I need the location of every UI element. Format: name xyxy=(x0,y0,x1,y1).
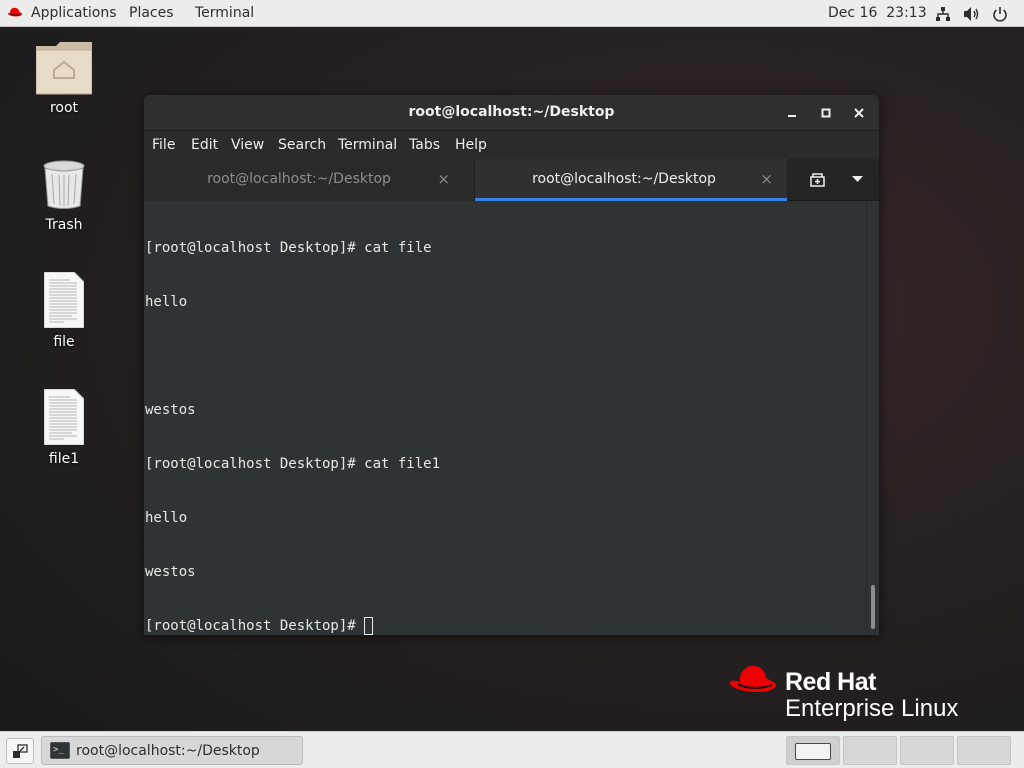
terminal-line: westos xyxy=(145,402,196,418)
scrollbar[interactable] xyxy=(866,202,879,635)
desktop-icon-label: file xyxy=(53,334,75,350)
tab-label: root@localhost:~/Desktop xyxy=(532,171,716,187)
terminal-line: hello xyxy=(145,510,188,526)
clock[interactable]: Dec 16 23:13 xyxy=(828,5,927,21)
tab-label: root@localhost:~/Desktop xyxy=(207,171,391,187)
home-folder-icon xyxy=(36,42,92,95)
terminal-prompt: [root@localhost Desktop]# xyxy=(145,618,365,634)
terminal-icon: >_ xyxy=(50,742,70,759)
new-tab-icon xyxy=(810,173,825,187)
terminal-output[interactable]: [root@localhost Desktop]# cat file hello… xyxy=(144,202,866,635)
terminal-window: root@localhost:~/Desktop File Edit View … xyxy=(144,95,879,635)
scrollbar-thumb[interactable] xyxy=(871,585,875,629)
menu-search[interactable]: Search xyxy=(278,137,326,153)
menubar: File Edit View Search Terminal Tabs Help xyxy=(144,131,879,159)
brand-line-1: Red Hat xyxy=(785,668,876,696)
desktop-icon-root[interactable]: root xyxy=(24,40,104,120)
text-file-icon xyxy=(44,389,84,445)
redhat-logo-icon xyxy=(730,665,776,692)
minimize-icon[interactable] xyxy=(781,102,803,124)
menu-edit[interactable]: Edit xyxy=(191,137,218,153)
network-icon[interactable] xyxy=(935,6,951,22)
tab-1[interactable]: root@localhost:~/Desktop × xyxy=(144,159,475,201)
workspace-3[interactable] xyxy=(900,736,954,765)
terminal-line: [root@localhost Desktop]# cat file xyxy=(145,240,432,256)
places-menu[interactable]: Places xyxy=(129,5,174,21)
desktop-icon-trash[interactable]: Trash xyxy=(24,160,104,240)
volume-icon[interactable] xyxy=(963,6,981,22)
tab-list-button[interactable] xyxy=(834,159,879,201)
terminal-app-menu[interactable]: Terminal xyxy=(195,5,254,21)
terminal-line: westos xyxy=(145,564,196,580)
desktop-icon-label: Trash xyxy=(45,217,83,233)
terminal-prompt-line: [root@localhost Desktop]# xyxy=(145,617,866,635)
show-desktop-button[interactable] xyxy=(6,738,34,764)
workspace-1[interactable] xyxy=(786,736,840,765)
text-cursor xyxy=(364,617,374,635)
maximize-icon[interactable] xyxy=(815,102,837,124)
top-panel: Applications Places Terminal Dec 16 23:1… xyxy=(0,0,1024,27)
menu-tabs[interactable]: Tabs xyxy=(409,137,440,153)
menu-file[interactable]: File xyxy=(152,137,175,153)
tab-close-icon[interactable]: × xyxy=(760,170,773,188)
workspace-4[interactable] xyxy=(957,736,1011,765)
tab-close-icon[interactable]: × xyxy=(437,170,450,188)
tab-bar: root@localhost:~/Desktop × root@localhos… xyxy=(144,159,879,201)
power-icon[interactable] xyxy=(992,6,1008,22)
desktop-icon-file[interactable]: file xyxy=(24,272,104,352)
text-file-icon xyxy=(44,272,84,328)
window-title: root@localhost:~/Desktop xyxy=(408,104,615,120)
applications-menu[interactable]: Applications xyxy=(31,5,117,21)
desktop-icon-label: file1 xyxy=(48,451,80,467)
chevron-down-icon xyxy=(852,176,863,182)
menu-view[interactable]: View xyxy=(231,137,264,153)
redhat-logo-icon xyxy=(8,7,23,17)
menu-terminal[interactable]: Terminal xyxy=(338,137,397,153)
taskbar-window-label: root@localhost:~/Desktop xyxy=(76,743,260,759)
bottom-panel: >_ root@localhost:~/Desktop xyxy=(0,731,1024,768)
terminal-line: [root@localhost Desktop]# cat file1 xyxy=(145,456,441,472)
redhat-branding: Red Hat Enterprise Linux xyxy=(728,660,988,726)
taskbar-window-terminal[interactable]: >_ root@localhost:~/Desktop xyxy=(41,736,303,765)
show-desktop-icon xyxy=(13,744,28,758)
desktop-icon-file1[interactable]: file1 xyxy=(24,389,104,469)
menu-help[interactable]: Help xyxy=(455,137,487,153)
terminal-line: hello xyxy=(145,294,188,310)
tab-2[interactable]: root@localhost:~/Desktop × xyxy=(475,159,787,201)
close-icon[interactable] xyxy=(848,102,870,124)
window-titlebar[interactable]: root@localhost:~/Desktop xyxy=(144,95,879,131)
workspace-window-preview xyxy=(795,743,831,760)
desktop-icon-label: root xyxy=(49,100,79,116)
brand-line-2: Enterprise Linux xyxy=(785,695,959,722)
workspace-2[interactable] xyxy=(843,736,897,765)
trash-icon xyxy=(43,160,85,209)
